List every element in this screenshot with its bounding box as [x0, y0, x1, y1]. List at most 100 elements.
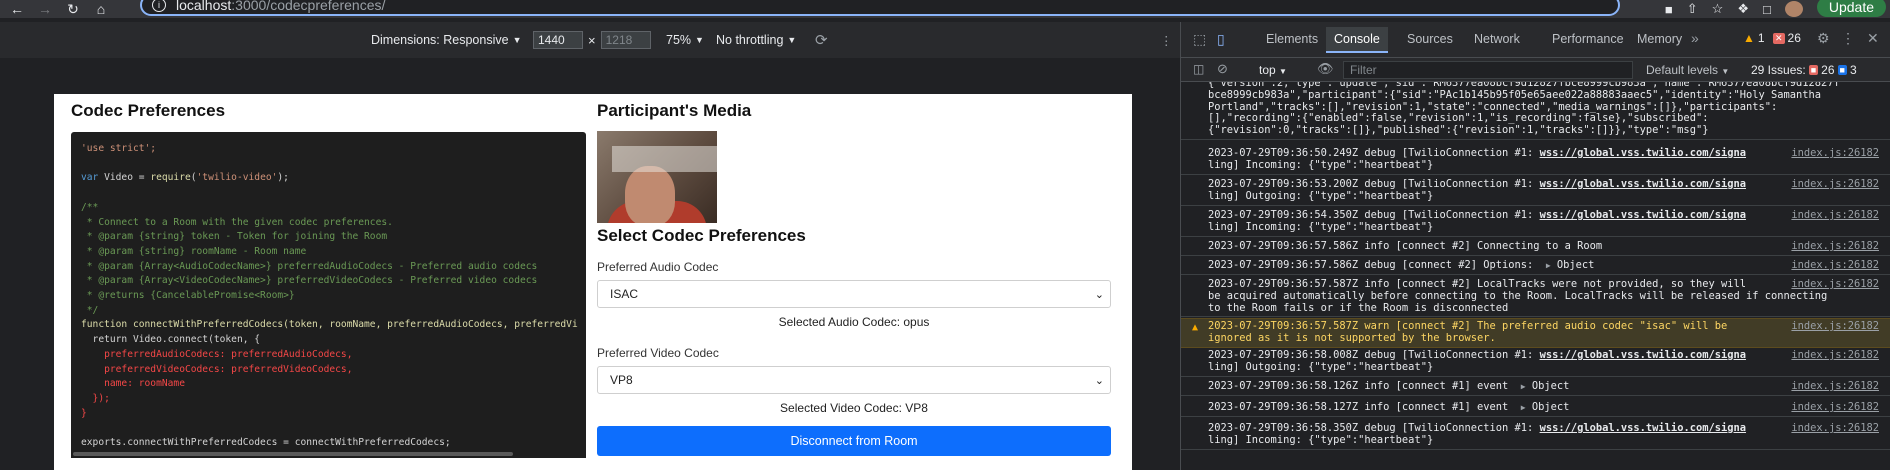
throttling-value: No throttling — [716, 33, 784, 47]
share-icon[interactable]: ⇧ — [1687, 1, 1698, 17]
error-badge[interactable]: ✕ 26 — [1773, 31, 1801, 45]
address-bar[interactable]: i localhost:3000/codecpreferences/ — [140, 0, 1620, 16]
zoom-select[interactable]: 75% ▼ — [666, 33, 704, 47]
source-link[interactable]: index.js:26182 — [1791, 320, 1879, 333]
chevron-down-icon: ⌄ — [1094, 289, 1104, 301]
code-line: */ — [81, 304, 99, 316]
console-link[interactable]: wss://global.vss.twilio.com/signa — [1540, 349, 1746, 361]
camera-icon[interactable]: ■ — [1665, 2, 1673, 17]
tab-console[interactable]: Console — [1326, 27, 1388, 53]
throttling-select[interactable]: No throttling ▼ — [716, 33, 796, 47]
forward-icon[interactable]: → — [34, 0, 56, 18]
browser-toolbar: ← → ↻ ⌂ i localhost:3000/codecpreference… — [0, 0, 1890, 18]
inspect-icon[interactable]: ⬚ — [1193, 31, 1206, 48]
more-icon[interactable]: ⋮ — [1841, 30, 1855, 47]
update-button[interactable]: Update — [1816, 0, 1886, 17]
device-toolbar: Dimensions: Responsive ▼ 1440 × 1218 75% ▼… — [0, 22, 1180, 58]
star-icon[interactable]: ☆ — [1712, 1, 1724, 17]
tab-memory[interactable]: Memory — [1637, 32, 1682, 46]
clear-icon[interactable]: ⊘ — [1217, 61, 1228, 77]
code-block: 'use strict'; var Video = require('twili… — [71, 132, 586, 458]
code-line: * @param {string} token - Token for join… — [81, 231, 388, 243]
warning-badge[interactable]: ▲ 1 — [1743, 31, 1765, 45]
device-icon[interactable]: ▯ — [1217, 31, 1225, 48]
console-object[interactable]: Object — [1557, 259, 1595, 271]
code-scrollbar[interactable] — [71, 451, 586, 458]
sidebar-toggle-icon[interactable]: ◫ — [1193, 62, 1204, 76]
issues-button[interactable]: 29 Issues: ■ 26 ■ 3 — [1751, 63, 1857, 77]
select-codec-title: Select Codec Preferences — [597, 226, 806, 245]
expand-arrow-icon[interactable]: ▶ — [1521, 403, 1526, 412]
source-link[interactable]: index.js:26182 — [1791, 422, 1879, 435]
console-link[interactable]: wss://global.vss.twilio.com/signa — [1540, 178, 1746, 190]
eye-icon[interactable]: 👁 — [1317, 61, 1334, 77]
console-output[interactable]: {"version":2,"type":"update","sid":"RM63… — [1181, 82, 1890, 470]
audio-codec-value: ISAC — [610, 287, 639, 301]
codec-preferences-title: Codec Preferences — [71, 101, 226, 120]
console-message-cont: ling] Incoming: {"type":"heartbeat"} — [1208, 220, 1434, 233]
console-message-cont: ling] Outgoing: {"type":"heartbeat"} — [1208, 360, 1434, 373]
dimensions-label: Dimensions: Responsive — [371, 33, 509, 47]
console-link[interactable]: wss://global.vss.twilio.com/signa — [1540, 209, 1746, 221]
more-icon[interactable]: ⋮ — [1160, 33, 1173, 48]
console-message: {"version":2,"type":"update","sid":"RM63… — [1208, 82, 1840, 137]
rotate-icon[interactable]: ⟳ — [815, 31, 828, 49]
console-message: 2023-07-29T09:36:58.008Z debug [TwilioCo… — [1208, 349, 1540, 361]
tab-network[interactable]: Network — [1474, 32, 1520, 46]
source-link[interactable]: index.js:26182 — [1791, 380, 1879, 393]
height-input[interactable]: 1218 — [600, 31, 651, 49]
console-filter-input[interactable]: Filter — [1343, 61, 1633, 79]
console-message-cont: ling] Outgoing: {"type":"heartbeat"} — [1208, 189, 1434, 202]
source-link[interactable]: index.js:26182 — [1791, 278, 1879, 291]
console-message-cont: ling] Incoming: {"type":"heartbeat"} — [1208, 433, 1434, 446]
audio-codec-label: Preferred Audio Codec — [597, 260, 719, 274]
tab-performance[interactable]: Performance — [1552, 32, 1624, 46]
levels-value: Default levels — [1646, 63, 1719, 77]
source-link[interactable]: index.js:26182 — [1791, 209, 1879, 222]
error-icon: ✕ — [1773, 32, 1785, 44]
extensions-icon[interactable]: ❖ — [1737, 1, 1749, 17]
web-page: Codec Preferences 'use strict'; var Vide… — [54, 94, 1132, 470]
info-icon[interactable]: i — [152, 0, 166, 12]
width-input[interactable]: 1440 — [533, 31, 583, 49]
back-icon[interactable]: ← — [6, 0, 28, 18]
source-link[interactable]: index.js:26182 — [1791, 401, 1879, 414]
more-tabs-icon[interactable]: » — [1691, 30, 1699, 46]
console-link[interactable]: wss://global.vss.twilio.com/signa — [1540, 422, 1746, 434]
audio-codec-select[interactable]: ISAC ⌄ — [597, 280, 1111, 308]
context-select[interactable]: top ▼ — [1259, 63, 1287, 77]
sidebar-icon[interactable]: □ — [1763, 2, 1771, 17]
home-icon[interactable]: ⌂ — [90, 0, 112, 18]
times-sign: × — [588, 32, 596, 48]
console-row: 2023-07-29T09:36:53.200Z debug [TwilioCo… — [1181, 177, 1890, 206]
console-row: 2023-07-29T09:36:57.586Z info [connect #… — [1181, 239, 1890, 256]
tab-elements[interactable]: Elements — [1266, 32, 1318, 46]
source-link[interactable]: index.js:26182 — [1791, 349, 1879, 362]
source-link[interactable]: index.js:26182 — [1791, 147, 1879, 160]
console-object[interactable]: Object — [1532, 401, 1570, 413]
code-line: function connectWithPreferredCodecs(toke… — [81, 319, 578, 331]
video-codec-value: VP8 — [610, 373, 633, 387]
devtools-tabbar: ⬚ ▯ Elements Console Sources Network Per… — [1181, 22, 1890, 58]
chevron-down-icon: ⌄ — [1094, 375, 1104, 387]
code-line: exports.connectWithPreferredCodecs = con… — [81, 437, 451, 449]
console-message: 2023-07-29T09:36:58.350Z debug [TwilioCo… — [1208, 422, 1540, 434]
reload-icon[interactable]: ↻ — [62, 0, 84, 18]
video-codec-select[interactable]: VP8 ⌄ — [597, 366, 1111, 394]
code-line: * Connect to a Room with the given codec… — [81, 216, 393, 228]
avatar[interactable] — [1784, 1, 1803, 17]
close-icon[interactable]: ✕ — [1867, 30, 1879, 47]
expand-arrow-icon[interactable]: ▶ — [1521, 382, 1526, 391]
gear-icon[interactable]: ⚙ — [1817, 30, 1830, 47]
source-link[interactable]: index.js:26182 — [1791, 178, 1879, 191]
levels-select[interactable]: Default levels ▼ — [1646, 63, 1729, 77]
dimensions-select[interactable]: Dimensions: Responsive ▼ — [371, 33, 521, 47]
source-link[interactable]: index.js:26182 — [1791, 259, 1879, 272]
tab-sources[interactable]: Sources — [1407, 32, 1453, 46]
console-link[interactable]: wss://global.vss.twilio.com/signa — [1540, 147, 1746, 159]
expand-arrow-icon[interactable]: ▶ — [1546, 261, 1551, 270]
disconnect-button[interactable]: Disconnect from Room — [597, 426, 1111, 456]
source-link[interactable]: index.js:26182 — [1791, 240, 1879, 253]
console-object[interactable]: Object — [1532, 380, 1570, 392]
scrollbar-thumb[interactable] — [73, 452, 513, 456]
